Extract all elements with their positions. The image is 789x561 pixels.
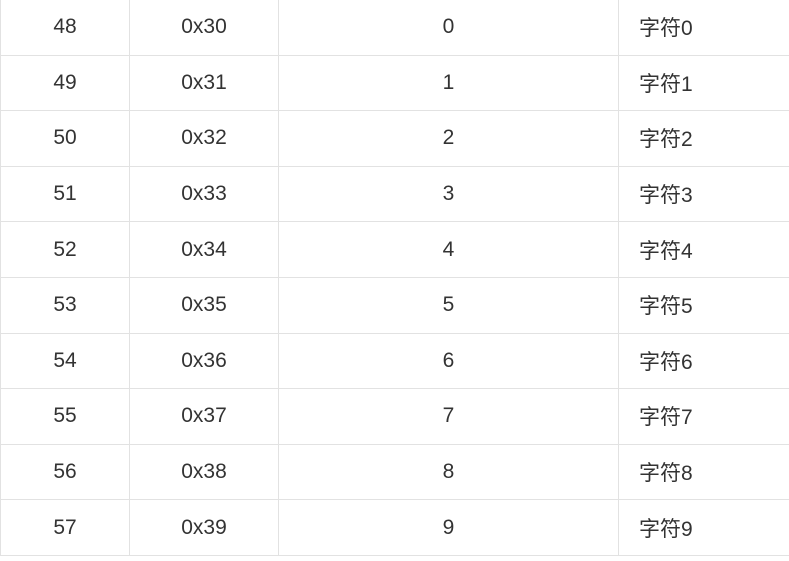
hex-cell: 0x35: [129, 276, 279, 334]
description-cell: 字符8: [618, 443, 789, 501]
table-row: 55 0x37 7 字符7: [0, 388, 789, 445]
description-cell: 字符2: [618, 110, 789, 167]
decimal-cell: 50: [0, 110, 130, 167]
character-cell: 2: [278, 110, 619, 167]
character-cell: 3: [278, 165, 619, 223]
table-row: 54 0x36 6 字符6: [0, 332, 789, 390]
table-row: 56 0x38 8 字符8: [0, 443, 789, 501]
character-cell: 4: [278, 221, 619, 278]
hex-cell: 0x38: [129, 443, 279, 501]
table-row: 52 0x34 4 字符4: [0, 221, 789, 278]
character-cell: 8: [278, 443, 619, 501]
decimal-cell: 48: [0, 0, 130, 56]
decimal-cell: 51: [0, 165, 130, 223]
decimal-cell: 57: [0, 499, 130, 556]
table-row: 48 0x30 0 字符0: [0, 0, 789, 56]
ascii-table: 48 0x30 0 字符0 49 0x31 1 字符1 50 0x32 2 字符…: [0, 0, 789, 556]
character-cell: 5: [278, 276, 619, 334]
description-cell: 字符1: [618, 54, 789, 112]
table-row: 50 0x32 2 字符2: [0, 110, 789, 167]
character-cell: 9: [278, 499, 619, 556]
description-cell: 字符4: [618, 221, 789, 278]
decimal-cell: 49: [0, 54, 130, 112]
character-cell: 1: [278, 54, 619, 112]
description-cell: 字符3: [618, 165, 789, 223]
table-row: 57 0x39 9 字符9: [0, 499, 789, 556]
description-cell: 字符0: [618, 0, 789, 56]
hex-cell: 0x31: [129, 54, 279, 112]
hex-cell: 0x34: [129, 221, 279, 278]
description-cell: 字符6: [618, 332, 789, 390]
table-body: 48 0x30 0 字符0 49 0x31 1 字符1 50 0x32 2 字符…: [0, 0, 789, 556]
character-cell: 7: [278, 388, 619, 445]
character-cell: 6: [278, 332, 619, 390]
description-cell: 字符7: [618, 388, 789, 445]
hex-cell: 0x33: [129, 165, 279, 223]
hex-cell: 0x39: [129, 499, 279, 556]
decimal-cell: 56: [0, 443, 130, 501]
character-cell: 0: [278, 0, 619, 56]
table-row: 51 0x33 3 字符3: [0, 165, 789, 223]
hex-cell: 0x37: [129, 388, 279, 445]
decimal-cell: 53: [0, 276, 130, 334]
decimal-cell: 52: [0, 221, 130, 278]
decimal-cell: 54: [0, 332, 130, 390]
table-row: 53 0x35 5 字符5: [0, 276, 789, 334]
description-cell: 字符9: [618, 499, 789, 556]
hex-cell: 0x36: [129, 332, 279, 390]
table-row: 49 0x31 1 字符1: [0, 54, 789, 112]
hex-cell: 0x32: [129, 110, 279, 167]
description-cell: 字符5: [618, 276, 789, 334]
decimal-cell: 55: [0, 388, 130, 445]
hex-cell: 0x30: [129, 0, 279, 56]
